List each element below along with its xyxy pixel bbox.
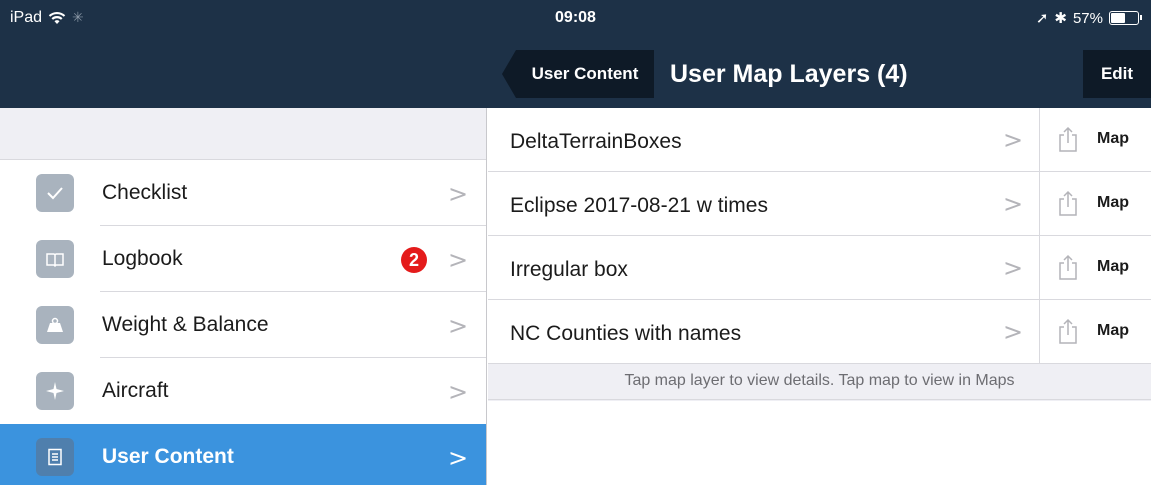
book-icon — [36, 240, 74, 278]
checkmark-icon — [36, 174, 74, 212]
chevron-right-icon: > — [448, 444, 469, 472]
status-bar: iPad ✳ 09:08 ➚ ✱ 57% — [0, 0, 1151, 36]
layer-name: NC Counties with names — [510, 322, 742, 345]
share-icon[interactable] — [1058, 318, 1078, 344]
empty-area — [488, 401, 1151, 485]
sidebar-item-checklist[interactable]: Checklist > — [0, 160, 486, 226]
share-icon[interactable] — [1058, 126, 1078, 152]
sidebar: Checklist > Logbook 2 > Weight & Balance… — [0, 108, 487, 485]
sidebar-item-weight-balance[interactable]: Weight & Balance > — [0, 292, 486, 358]
list-item[interactable]: DeltaTerrainBoxes > Map — [488, 108, 1151, 172]
layer-name: Irregular box — [510, 258, 628, 281]
clock: 09:08 — [555, 9, 596, 26]
battery-percent: 57% — [1072, 9, 1103, 27]
layer-name: Eclipse 2017-08-21 w times — [510, 194, 768, 217]
sidebar-item-user-content[interactable]: User Content > — [0, 424, 486, 485]
map-button[interactable]: Map — [1097, 322, 1129, 340]
chevron-right-icon: > — [1003, 318, 1024, 346]
map-button[interactable]: Map — [1097, 194, 1129, 212]
chevron-right-icon: > — [448, 246, 469, 274]
chevron-right-icon: > — [448, 378, 469, 406]
chevron-right-icon: > — [1003, 126, 1024, 154]
layer-name: DeltaTerrainBoxes — [510, 130, 682, 153]
weight-icon — [36, 306, 74, 344]
map-button[interactable]: Map — [1097, 130, 1129, 148]
list-item[interactable]: Irregular box > Map — [488, 236, 1151, 300]
chevron-right-icon: > — [1003, 190, 1024, 218]
notification-badge: 2 — [401, 247, 427, 273]
bluetooth-icon: ✱ — [1054, 9, 1067, 27]
sidebar-item-label: Aircraft — [102, 379, 169, 402]
sidebar-item-logbook[interactable]: Logbook 2 > — [0, 226, 486, 292]
map-layer-list: DeltaTerrainBoxes > Map Eclipse 2017-08-… — [488, 108, 1151, 485]
page-title: User Map Layers (4) — [670, 60, 908, 88]
sidebar-item-aircraft[interactable]: Aircraft > — [0, 358, 486, 424]
share-icon[interactable] — [1058, 190, 1078, 216]
sidebar-item-label: Weight & Balance — [102, 313, 269, 336]
document-icon — [36, 438, 74, 476]
sidebar-item-label: Checklist — [102, 181, 188, 204]
navigation-bar: User Content User Map Layers (4) Edit — [0, 36, 1151, 108]
hint-text: Tap map layer to view details. Tap map t… — [488, 364, 1151, 400]
list-item[interactable]: NC Counties with names > Map — [488, 300, 1151, 364]
edit-button[interactable]: Edit — [1083, 50, 1151, 98]
battery-icon — [1109, 11, 1142, 25]
list-item[interactable]: Eclipse 2017-08-21 w times > Map — [488, 172, 1151, 236]
airplane-icon — [36, 372, 74, 410]
chevron-right-icon: > — [1003, 254, 1024, 282]
sidebar-header — [0, 108, 486, 160]
location-arrow-icon: ➚ — [1035, 9, 1049, 27]
map-button[interactable]: Map — [1097, 258, 1129, 276]
chevron-right-icon: > — [448, 312, 469, 340]
sidebar-item-label: Logbook — [102, 247, 183, 270]
chevron-right-icon: > — [448, 180, 469, 208]
back-button[interactable]: User Content — [502, 50, 654, 98]
share-icon[interactable] — [1058, 254, 1078, 280]
sidebar-item-label: User Content — [102, 445, 234, 468]
